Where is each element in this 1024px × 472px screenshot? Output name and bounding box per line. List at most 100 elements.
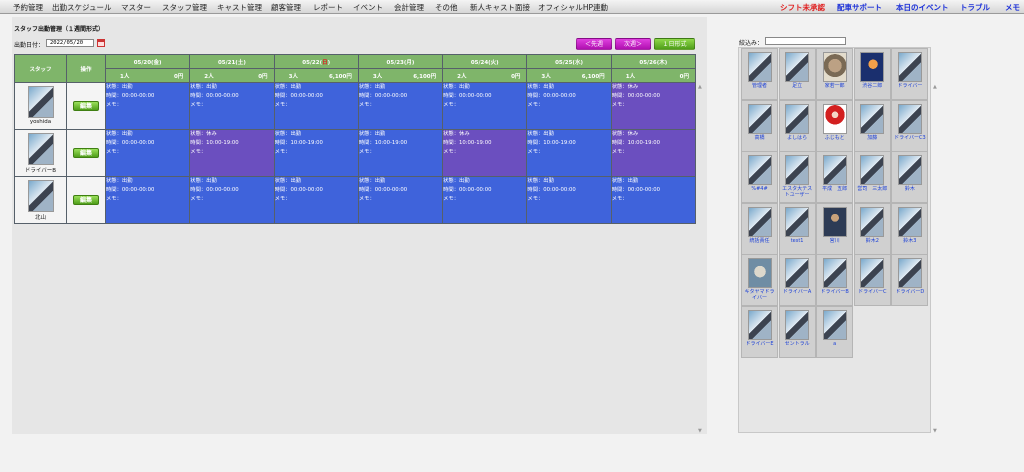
nav-item-schedule[interactable]: 出勤スケジュール [52, 2, 111, 13]
staff-card[interactable]: %#4# [741, 151, 778, 204]
nav-item-cast[interactable]: キャスト管理 [217, 2, 262, 13]
shift-cell[interactable]: 状態：出勤 時間：10:00-19:00 メモ： [357, 129, 444, 177]
shift-cell[interactable]: 状態：出勤 時間：00:00-00:00 メモ： [610, 176, 697, 224]
day-view-button[interactable]: １日形式 [654, 38, 695, 50]
filter-input[interactable] [765, 37, 846, 45]
staff-card-name[interactable]: ドライバーB [817, 289, 852, 295]
shift-cell[interactable]: 状態：出勤 時間：10:00-19:00 メモ： [273, 129, 359, 177]
scroll-down-icon[interactable]: ▼ [698, 428, 702, 434]
shift-cell[interactable]: 状態：出勤 時間：00:00-00:00 メモ： [526, 176, 612, 224]
staff-card-name[interactable]: エスタ大テストユーザー [780, 186, 815, 198]
date-input[interactable]: 2022/05/20 [46, 39, 94, 47]
staff-card[interactable]: ふじもと [816, 99, 854, 152]
shift-cell[interactable]: 状態：休み 時間：00:00-00:00 メモ： [610, 82, 697, 130]
shift-cell[interactable]: 状態：出勤 時間：00:00-00:00 メモ： [189, 176, 275, 224]
staff-card[interactable]: ドライバーE [741, 306, 778, 358]
staff-card-name[interactable]: 加藤 [855, 135, 890, 141]
staff-card[interactable]: 鈴木3 [891, 202, 929, 255]
nav-today-event[interactable]: 本日のイベント [896, 2, 949, 13]
staff-card-name[interactable]: 管理者 [742, 83, 777, 89]
sidebar-scrollbar[interactable]: ▲ ▼ [932, 84, 940, 434]
staff-card[interactable]: 加藤 [853, 99, 891, 152]
scroll-down-icon[interactable]: ▼ [933, 428, 937, 434]
main-scrollbar[interactable]: ▲ ▼ [697, 84, 705, 434]
staff-card-name[interactable]: ドライバー [892, 83, 927, 89]
edit-button[interactable]: 編集 [73, 148, 99, 158]
staff-card-name[interactable]: ドライバーA [780, 289, 815, 295]
staff-card[interactable]: 鈴木 [891, 151, 929, 204]
staff-card[interactable]: 統括責任 [741, 202, 778, 255]
staff-card-name[interactable]: 平成 五郎 [817, 186, 852, 192]
scroll-up-icon[interactable]: ▲ [698, 84, 702, 90]
staff-card[interactable]: ドライバーC [853, 254, 891, 307]
staff-card-name[interactable]: ドライバーC3 [892, 135, 927, 141]
staff-card[interactable]: キタヤマドライバー [741, 254, 778, 307]
staff-card[interactable]: 高橋 [741, 99, 778, 152]
staff-card-name[interactable]: ドライバーE [742, 341, 777, 347]
shift-cell[interactable]: 状態：出勤 時間：00:00-00:00 メモ： [273, 82, 359, 130]
shift-cell[interactable]: 状態：出勤 時間：00:00-00:00 メモ： [104, 129, 191, 177]
staff-card[interactable]: 鈴木2 [853, 202, 891, 255]
shift-cell[interactable]: 状態：出勤 時間：00:00-00:00 メモ： [442, 176, 528, 224]
staff-card[interactable]: エスタ大テストユーザー [778, 151, 816, 204]
staff-card-name[interactable]: ドライバーD [892, 289, 927, 295]
staff-card-name[interactable]: ふじもと [817, 135, 852, 141]
staff-card-name[interactable]: 営司 三太郎 [855, 186, 890, 192]
staff-card-name[interactable]: セントラル [780, 341, 815, 347]
nav-item-staff[interactable]: スタッフ管理 [162, 2, 207, 13]
nav-trouble[interactable]: トラブル [960, 2, 990, 13]
calendar-icon[interactable] [97, 39, 105, 47]
shift-cell[interactable]: 状態：出勤 時間：00:00-00:00 メモ： [357, 176, 444, 224]
shift-cell[interactable]: 状態：休み 時間：10:00-19:00 メモ： [189, 129, 275, 177]
staff-card[interactable]: 管理者 [741, 48, 778, 100]
staff-card-name[interactable]: 鈴木2 [855, 238, 890, 244]
staff-card[interactable]: 足立 [778, 48, 816, 100]
staff-card-name[interactable]: 家若一郎 [817, 83, 852, 89]
staff-card-name[interactable]: よしはら [780, 135, 815, 141]
staff-card[interactable]: ドライバーD [891, 254, 929, 307]
staff-card[interactable]: よしはら [778, 99, 816, 152]
staff-card-name[interactable]: 鈴木 [892, 186, 927, 192]
shift-cell[interactable]: 状態：休み 時間：10:00-19:00 メモ： [610, 129, 697, 177]
edit-button[interactable]: 編集 [73, 195, 99, 205]
nav-item-customer[interactable]: 顧客管理 [271, 2, 301, 13]
staff-card-name[interactable]: 統括責任 [742, 238, 777, 244]
staff-card-name[interactable]: a [817, 341, 852, 347]
staff-card[interactable]: セントラル [778, 306, 816, 358]
staff-card[interactable]: a [816, 306, 854, 358]
staff-card[interactable]: ドライバーB [816, 254, 854, 307]
staff-card[interactable]: 平成 五郎 [816, 151, 854, 204]
staff-card-name[interactable]: キタヤマドライバー [742, 289, 777, 301]
shift-cell[interactable]: 状態：出勤 時間：00:00-00:00 メモ： [104, 82, 191, 130]
staff-card[interactable]: test1 [778, 202, 816, 255]
nav-item-interview[interactable]: 新人キャスト面接 [470, 2, 530, 13]
staff-card[interactable]: 営司 三太郎 [853, 151, 891, 204]
staff-card[interactable]: 宮川 [816, 202, 854, 255]
nav-dispatch-support[interactable]: 配車サポート [837, 2, 882, 13]
nav-item-report[interactable]: レポート [313, 2, 343, 13]
shift-cell[interactable]: 状態：出勤 時間：00:00-00:00 メモ： [442, 82, 528, 130]
staff-card[interactable]: ドライバーC3 [891, 99, 929, 152]
staff-card-name[interactable]: 渋谷二郎 [855, 83, 890, 89]
nav-item-event[interactable]: イベント [353, 2, 383, 13]
shift-cell[interactable]: 状態：出勤 時間：00:00-00:00 メモ： [104, 176, 191, 224]
staff-card[interactable]: 家若一郎 [816, 48, 854, 100]
staff-card-name[interactable]: 足立 [780, 83, 815, 89]
shift-cell[interactable]: 状態：休み 時間：10:00-19:00 メモ： [442, 129, 528, 177]
staff-card-name[interactable]: 宮川 [817, 238, 852, 244]
nav-item-master[interactable]: マスター [121, 2, 151, 13]
shift-cell[interactable]: 状態：出勤 時間：00:00-00:00 メモ： [189, 82, 275, 130]
nav-shift-unapproved[interactable]: シフト未承認 [780, 2, 825, 13]
nav-item-other[interactable]: その他 [435, 2, 458, 13]
shift-cell[interactable]: 状態：出勤 時間：10:00-19:00 メモ： [526, 129, 612, 177]
staff-card-name[interactable]: ドライバーC [855, 289, 890, 295]
shift-cell[interactable]: 状態：出勤 時間：00:00-00:00 メモ： [273, 176, 359, 224]
scroll-up-icon[interactable]: ▲ [933, 84, 937, 90]
nav-item-accounting[interactable]: 会計管理 [394, 2, 424, 13]
prev-week-button[interactable]: ＜先週 [576, 38, 612, 50]
shift-cell[interactable]: 状態：出勤 時間：00:00-00:00 メモ： [526, 82, 612, 130]
staff-card-name[interactable]: 鈴木3 [892, 238, 927, 244]
staff-card[interactable]: ドライバーA [778, 254, 816, 307]
shift-cell[interactable]: 状態：出勤 時間：00:00-00:00 メモ： [357, 82, 444, 130]
nav-memo[interactable]: メモ [1005, 2, 1020, 13]
